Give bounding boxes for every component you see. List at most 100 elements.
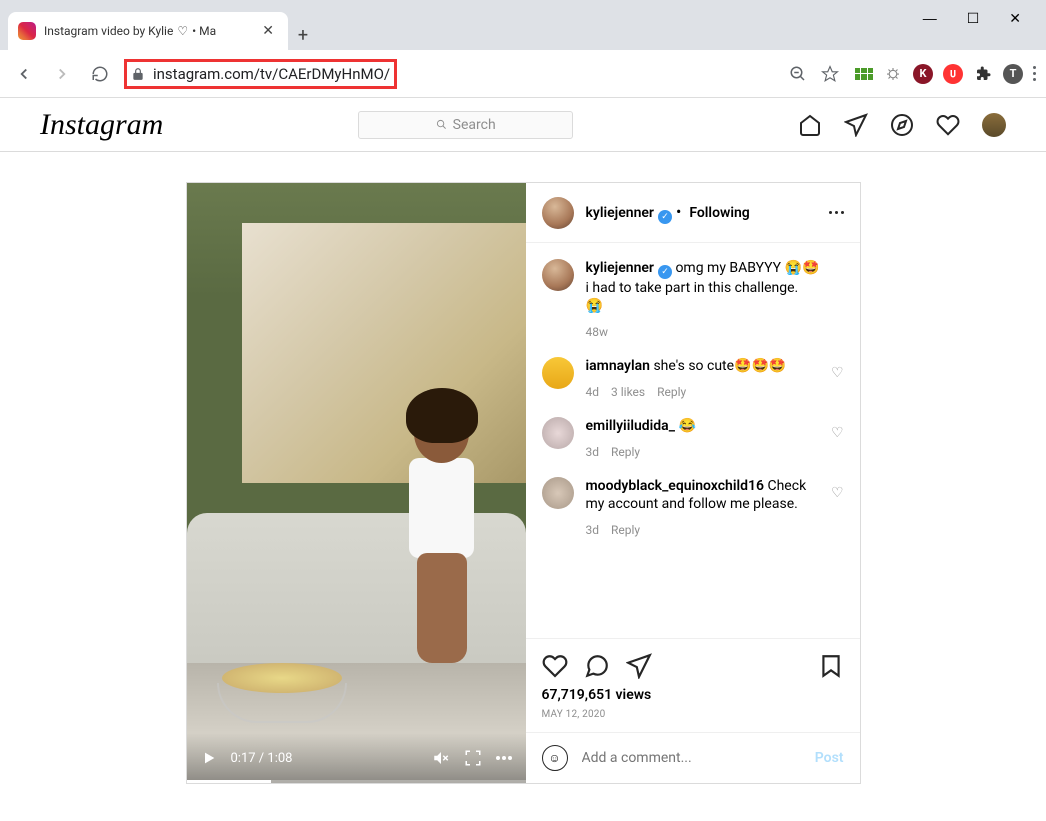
comment-input[interactable] <box>582 750 801 766</box>
window-controls: — ☐ ✕ <box>923 0 1046 50</box>
post-actions: 67,719,651 views MAY 12, 2020 <box>526 638 860 732</box>
post-more-button[interactable] <box>829 211 844 214</box>
minimize-icon[interactable]: — <box>923 10 937 26</box>
messages-icon[interactable] <box>844 113 868 137</box>
fullscreen-icon[interactable] <box>464 749 482 767</box>
follow-status[interactable]: Following <box>689 205 749 221</box>
post: 0:17 / 1:08 kyliejenner ✓ • Following <box>186 182 861 784</box>
post-container: 0:17 / 1:08 kyliejenner ✓ • Following <box>0 152 1046 821</box>
like-comment-icon[interactable]: ♡ <box>831 485 844 501</box>
reply-button[interactable]: Reply <box>611 521 640 539</box>
save-icon[interactable] <box>818 653 844 679</box>
browser-tab[interactable]: Instagram video by Kylie♡• Ma ✕ <box>8 12 288 50</box>
comments-list: kyliejenner ✓ omg my BABYYY 😭🤩 i had to ta… <box>526 243 860 638</box>
comment-item: iamnaylan she's so cute🤩🤩🤩 4d 3 likes Re… <box>542 357 844 401</box>
verified-badge-icon: ✓ <box>658 210 672 224</box>
video-time: 0:17 / 1:08 <box>231 751 293 766</box>
browser-tab-strip: Instagram video by Kylie♡• Ma ✕ + — ☐ ✕ <box>0 0 1046 50</box>
lock-icon <box>131 67 145 81</box>
instagram-nav <box>798 113 1006 137</box>
browser-menu-button[interactable] <box>1033 66 1036 81</box>
reply-button[interactable]: Reply <box>611 443 640 461</box>
share-icon[interactable] <box>626 653 652 679</box>
comment-emoji: 🤩🤩🤩 <box>734 358 786 374</box>
extensions-button[interactable] <box>973 64 993 84</box>
mute-icon[interactable] <box>432 749 450 767</box>
play-icon[interactable] <box>201 750 217 766</box>
caption-avatar[interactable] <box>542 259 574 291</box>
caption-emoji: 😭🤩 <box>785 260 820 276</box>
comment-likes[interactable]: 3 likes <box>611 383 645 401</box>
video-frame-illustration <box>187 183 526 783</box>
url-highlight-box: instagram.com/tv/CAErDMyHnMO/ <box>124 59 397 89</box>
close-tab-icon[interactable]: ✕ <box>258 23 278 39</box>
profile-avatar[interactable] <box>982 113 1006 137</box>
instagram-favicon <box>18 22 36 40</box>
caption-text: omg my BABYYY <box>672 260 785 276</box>
caption-username[interactable]: kyliejenner <box>586 260 654 276</box>
reply-button[interactable]: Reply <box>657 383 686 401</box>
like-comment-icon[interactable]: ♡ <box>831 425 844 441</box>
explore-icon[interactable] <box>890 113 914 137</box>
comment-emoji: 😂 <box>678 418 695 434</box>
commenter-avatar[interactable] <box>542 357 574 389</box>
post-sidebar: kyliejenner ✓ • Following kyliejenner ✓ om… <box>526 183 860 783</box>
comment-username[interactable]: iamnaylan <box>586 358 650 374</box>
comment-item: moodyblack_equinoxchild16 Check my accou… <box>542 477 844 539</box>
activity-heart-icon[interactable] <box>936 113 960 137</box>
reload-button[interactable] <box>86 60 114 88</box>
search-icon <box>436 119 447 130</box>
video-more-icon[interactable] <box>496 756 512 760</box>
new-tab-button[interactable]: + <box>288 20 318 50</box>
comment-username[interactable]: emillyiiludida_ <box>586 418 675 434</box>
author-avatar[interactable] <box>542 197 574 229</box>
home-icon[interactable] <box>798 113 822 137</box>
comment-age: 3d <box>586 521 600 539</box>
extension-k-icon[interactable]: K <box>913 64 933 84</box>
forward-button[interactable] <box>48 60 76 88</box>
bookmark-star-icon[interactable] <box>821 65 839 83</box>
video-progress[interactable] <box>187 780 526 783</box>
url-text: instagram.com/tv/CAErDMyHnMO/ <box>153 65 390 83</box>
comment-username[interactable]: moodyblack_equinoxchild16 <box>586 478 765 494</box>
browser-toolbar: instagram.com/tv/CAErDMyHnMO/ K T <box>0 50 1046 98</box>
comment-age: 3d <box>586 443 600 461</box>
dot-separator: • <box>676 202 681 221</box>
search-input[interactable]: Search <box>358 111 573 139</box>
close-window-icon[interactable]: ✕ <box>1009 10 1021 27</box>
emoji-picker-icon[interactable]: ☺ <box>542 745 568 771</box>
page-viewport: Instagram Search <box>0 98 1046 821</box>
address-bar[interactable]: instagram.com/tv/CAErDMyHnMO/ <box>124 59 845 89</box>
tab-title: Instagram video by Kylie♡• Ma <box>44 24 258 38</box>
maximize-icon[interactable]: ☐ <box>967 10 980 27</box>
commenter-avatar[interactable] <box>542 417 574 449</box>
post-video[interactable]: 0:17 / 1:08 <box>187 183 526 783</box>
author-line: kyliejenner ✓ • Following <box>586 202 750 224</box>
browser-profile-avatar[interactable]: T <box>1003 64 1023 84</box>
post-date: MAY 12, 2020 <box>542 705 844 732</box>
extension-bug-icon[interactable] <box>883 64 903 84</box>
comment-icon[interactable] <box>584 653 610 679</box>
post-comment-button[interactable]: Post <box>815 750 844 766</box>
like-comment-icon[interactable]: ♡ <box>831 365 844 381</box>
comment-text: she's so cute <box>650 358 734 374</box>
instagram-header: Instagram Search <box>0 98 1046 152</box>
video-controls: 0:17 / 1:08 <box>187 733 526 783</box>
extension-grid-icon[interactable] <box>855 68 873 80</box>
post-header: kyliejenner ✓ • Following <box>526 183 860 243</box>
add-comment-row: ☺ Post <box>526 732 860 783</box>
post-caption: kyliejenner ✓ omg my BABYYY 😭🤩 i had to ta… <box>542 259 844 341</box>
like-icon[interactable] <box>542 653 568 679</box>
verified-badge-icon: ✓ <box>658 265 672 279</box>
caption-text-line2: i had to take part in this challenge. <box>586 280 799 296</box>
commenter-avatar[interactable] <box>542 477 574 509</box>
caption-age: 48w <box>586 323 609 341</box>
comment-item: emillyiiludida_ 😂 3d Reply ♡ <box>542 417 844 461</box>
view-count[interactable]: 67,719,651 views <box>542 685 844 705</box>
caption-emoji2: 😭 <box>586 298 603 314</box>
author-username[interactable]: kyliejenner <box>586 205 654 221</box>
zoom-icon[interactable] <box>789 65 807 83</box>
instagram-logo[interactable]: Instagram <box>40 108 163 142</box>
extension-ublock-icon[interactable] <box>943 64 963 84</box>
back-button[interactable] <box>10 60 38 88</box>
